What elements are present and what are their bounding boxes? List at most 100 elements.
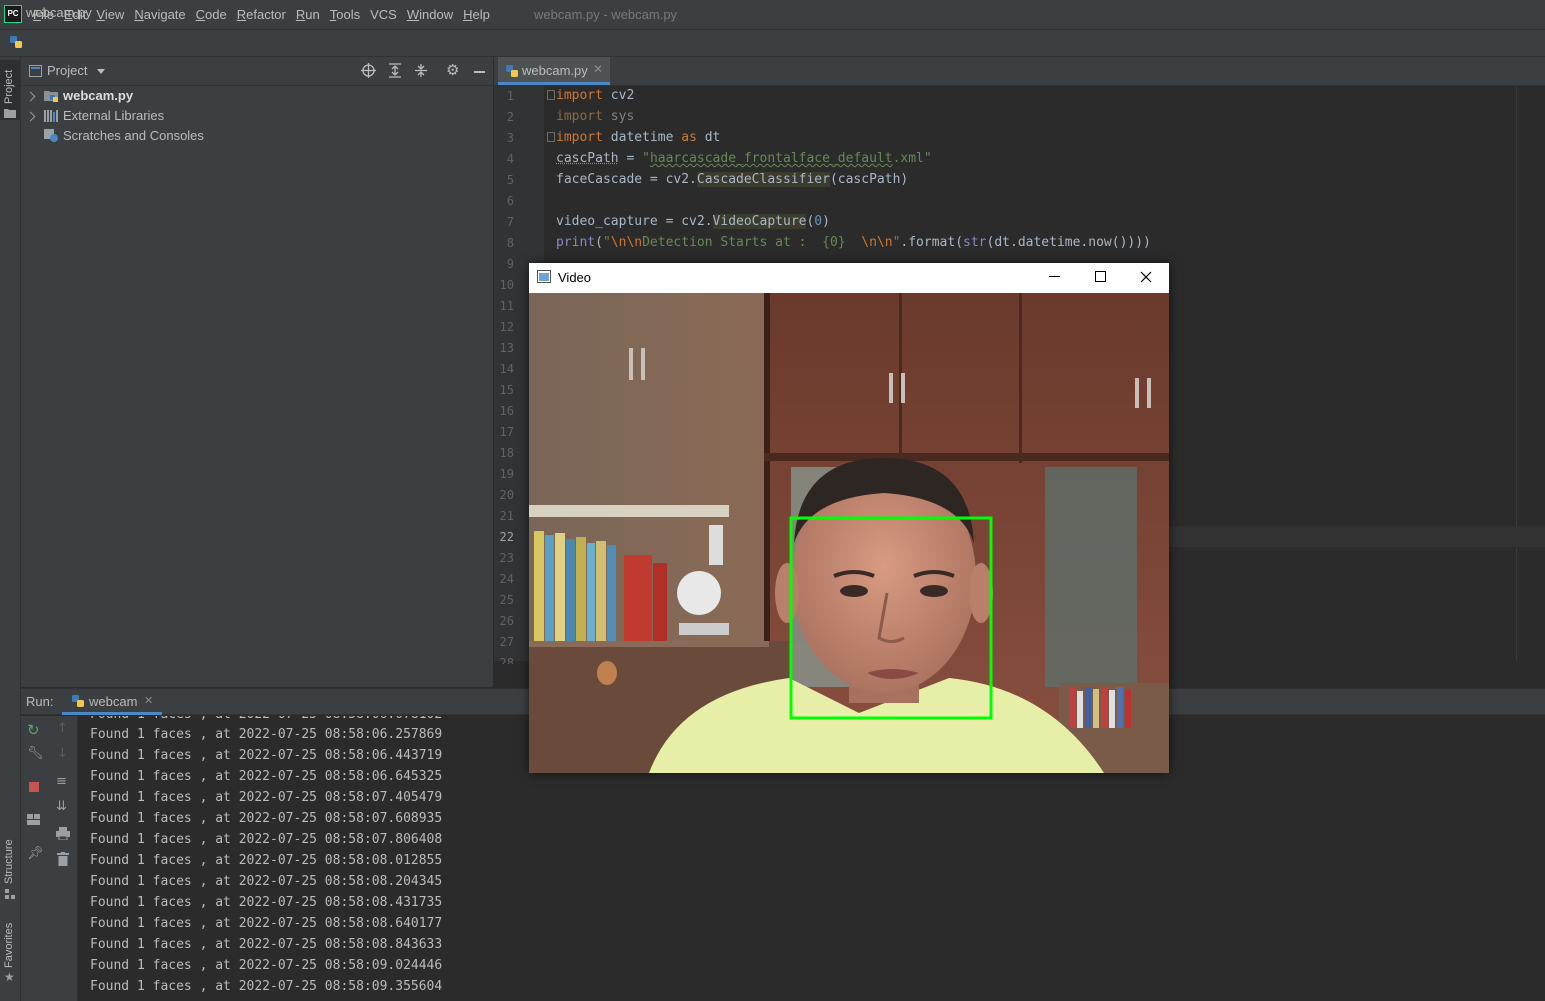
line-number: 8 xyxy=(506,236,514,250)
window-title: webcam.py - webcam.py xyxy=(534,7,678,22)
line-number: 7 xyxy=(506,215,514,229)
pin-icon[interactable]: 📌︎ xyxy=(27,846,44,861)
console-line: Found 1 faces , at 2022-07-25 08:58:08.2… xyxy=(90,874,443,889)
line-number: 4 xyxy=(506,152,514,166)
console-line: Found 1 faces , at 2022-07-25 08:58:08.6… xyxy=(90,916,443,931)
structure-icon xyxy=(5,889,15,899)
line-number: 13 xyxy=(499,341,514,355)
line-number: 18 xyxy=(499,446,514,460)
console-line: Found 1 faces , at 2022-07-25 08:58:08.4… xyxy=(90,895,443,910)
navigation-bar xyxy=(0,30,1545,57)
layout-icon[interactable] xyxy=(27,814,40,825)
line-number: 16 xyxy=(499,404,514,418)
arrow-up-icon[interactable]: ↑ xyxy=(57,721,68,736)
line-number: 26 xyxy=(499,614,514,628)
project-side-tab-label: Project xyxy=(3,69,15,104)
scratches-icon xyxy=(44,129,59,142)
console-line: Found 1 faces , at 2022-07-25 08:58:06.4… xyxy=(90,748,443,763)
chevron-down-icon[interactable] xyxy=(97,69,105,74)
project-tree-item[interactable]: webcam.py xyxy=(63,86,133,106)
expand-all-icon[interactable] xyxy=(388,63,402,78)
run-label: Run: xyxy=(26,694,54,709)
line-number: 17 xyxy=(499,425,514,439)
arrow-down-icon[interactable]: ↓ xyxy=(57,746,68,761)
close-icon[interactable]: ✕ xyxy=(593,62,603,76)
gear-icon[interactable]: ⚙ xyxy=(446,61,459,79)
shelf xyxy=(529,505,729,517)
menu-item-help[interactable]: Help xyxy=(458,7,495,22)
project-tree-item[interactable]: External Libraries xyxy=(63,106,164,126)
code-line-4: cascPath = "haarcascade_frontalface_defa… xyxy=(556,151,932,166)
fold-marker-icon[interactable] xyxy=(547,132,555,142)
line-number: 15 xyxy=(499,383,514,397)
locate-icon[interactable] xyxy=(361,63,376,78)
menu-items: File Edit View Navigate Code Refactor Run Tools… xyxy=(28,0,495,29)
python-file-icon xyxy=(506,65,518,77)
code-line-2: import sys xyxy=(556,109,635,124)
collapse-all-icon[interactable] xyxy=(414,63,428,78)
print-icon[interactable] xyxy=(56,827,70,840)
breadcrumb-file[interactable]: webcam.py xyxy=(26,5,92,20)
star-icon: ★ xyxy=(4,970,15,984)
menu-item-vcs[interactable]: VCS xyxy=(365,7,402,22)
line-number: 23 xyxy=(499,551,514,565)
hide-panel-icon[interactable] xyxy=(474,71,485,73)
fold-marker-icon[interactable] xyxy=(547,90,555,100)
project-tree-item[interactable]: Scratches and Consoles xyxy=(63,126,204,146)
structure-side-tab[interactable]: Structure xyxy=(3,839,15,884)
window-app-icon xyxy=(537,270,551,283)
soft-wrap-icon[interactable]: ≡ xyxy=(56,774,67,789)
scroll-to-end-icon[interactable]: ⇊ xyxy=(56,799,67,814)
line-number: 6 xyxy=(506,194,514,208)
menu-item-navigate[interactable]: Navigate xyxy=(129,7,190,22)
code-line-3: import datetime as dt xyxy=(556,130,721,145)
favorites-side-tab[interactable]: Favorites xyxy=(3,923,15,968)
code-line-1: import cv2 xyxy=(556,88,635,103)
menu-item-view[interactable]: View xyxy=(91,7,129,22)
trash-icon[interactable] xyxy=(57,852,69,866)
console-line: Found 1 faces , at 2022-07-25 08:58:08.0… xyxy=(90,853,443,868)
maximize-icon[interactable] xyxy=(1095,271,1106,282)
project-view-icon xyxy=(29,65,42,77)
minimize-icon[interactable] xyxy=(1049,276,1060,277)
menu-item-refactor[interactable]: Refactor xyxy=(232,7,291,22)
line-number: 24 xyxy=(499,572,514,586)
console-line: Found 1 faces , at 2022-07-25 08:58:07.8… xyxy=(90,832,443,847)
line-number: 5 xyxy=(506,173,514,187)
pycharm-logo-icon: PC xyxy=(4,5,22,23)
line-number: 25 xyxy=(499,593,514,607)
menu-item-code[interactable]: Code xyxy=(191,7,232,22)
menu-item-tools[interactable]: Tools xyxy=(325,7,365,22)
console-line: Found 1 faces , at 2022-07-25 08:58:07.6… xyxy=(90,811,443,826)
line-number: 3 xyxy=(506,131,514,145)
project-tree-panel xyxy=(21,86,493,687)
console-line: Found 1 faces , at 2022-07-25 08:58:06.6… xyxy=(90,769,443,784)
stop-icon[interactable] xyxy=(29,782,39,792)
line-number: 27 xyxy=(499,635,514,649)
python-icon xyxy=(72,695,84,707)
menu-item-window[interactable]: Window xyxy=(402,7,458,22)
project-view-selector[interactable]: Project xyxy=(47,63,87,78)
console-line: Found 1 faces , at 2022-07-25 08:58:09.3… xyxy=(90,979,443,994)
editor-scrollbar[interactable] xyxy=(1516,86,1545,661)
line-number: 14 xyxy=(499,362,514,376)
line-number: 12 xyxy=(499,320,514,334)
wrench-icon[interactable]: 🔧︎ xyxy=(27,746,44,761)
console-line: Found 1 faces , at 2022-07-25 08:58:06.0… xyxy=(90,716,442,722)
console-line: Found 1 faces , at 2022-07-25 08:58:06.2… xyxy=(90,727,443,742)
code-line-8: print("\n\nDetection Starts at : {0} \n\… xyxy=(556,235,1151,250)
folder-icon xyxy=(4,109,16,118)
line-number: 21 xyxy=(499,509,514,523)
console-line: Found 1 faces , at 2022-07-25 08:58:07.4… xyxy=(90,790,443,805)
console-line: Found 1 faces , at 2022-07-25 08:58:09.0… xyxy=(90,958,443,973)
webcam-video-frame xyxy=(529,293,1169,773)
line-number: 28 xyxy=(499,656,514,664)
rerun-icon[interactable]: ↻ xyxy=(27,721,40,739)
close-icon[interactable]: ✕ xyxy=(144,694,153,707)
library-icon xyxy=(44,109,59,122)
menu-item-run[interactable]: Run xyxy=(291,7,325,22)
line-number: 11 xyxy=(499,299,514,313)
glass-door xyxy=(1045,467,1137,687)
close-window-icon[interactable] xyxy=(1140,271,1152,283)
line-number: 1 xyxy=(506,89,514,103)
